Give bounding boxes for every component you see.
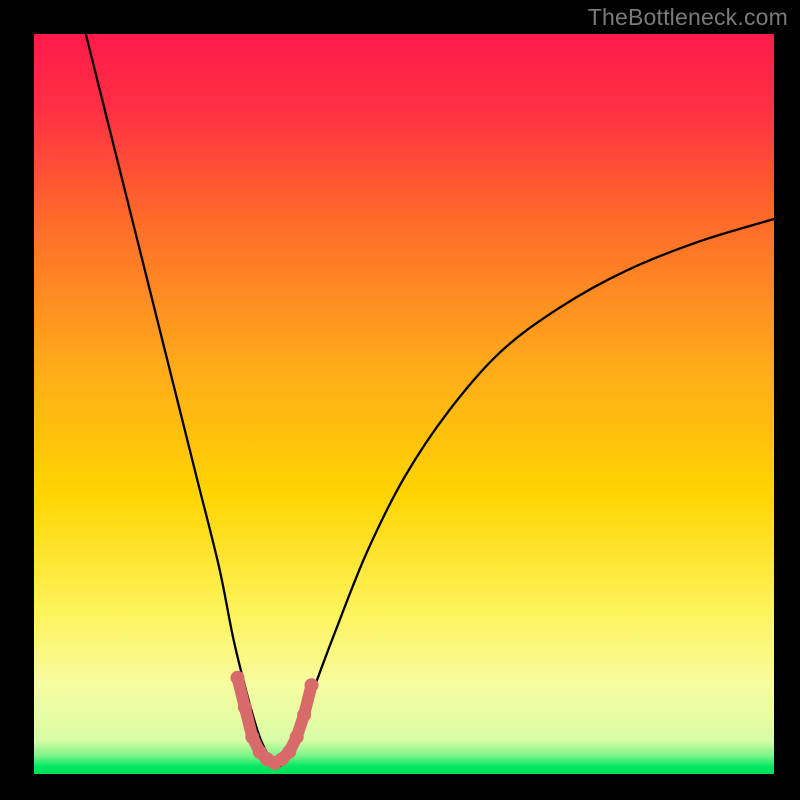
chart-svg	[0, 0, 800, 800]
highlight-bead	[282, 745, 296, 759]
highlight-bead	[231, 671, 245, 685]
chart-frame: TheBottleneck.com	[0, 0, 800, 800]
highlight-bead	[238, 700, 252, 714]
watermark-text: TheBottleneck.com	[588, 4, 788, 31]
highlight-bead	[297, 708, 311, 722]
highlight-bead	[290, 730, 304, 744]
highlight-bead	[245, 730, 259, 744]
plot-background	[34, 34, 774, 774]
highlight-bead	[305, 678, 319, 692]
